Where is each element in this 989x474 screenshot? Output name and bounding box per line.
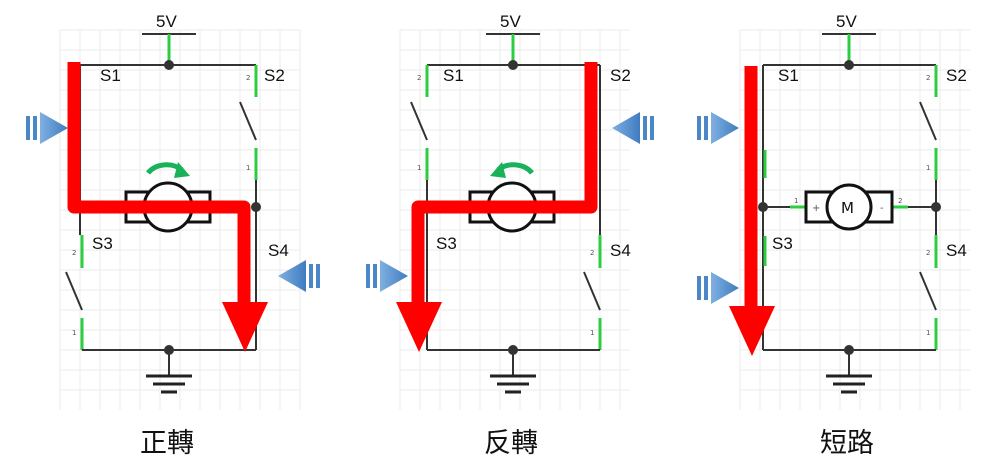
s4-pin-label-2: 2: [926, 249, 930, 257]
current-arrowhead: [396, 302, 442, 352]
motor-pin-label-2: 2: [898, 197, 902, 205]
ground-symbol: [826, 350, 872, 394]
supply-label: 5V: [156, 12, 177, 31]
s2-pin-label-1: 1: [926, 164, 930, 172]
push-arrow-s3: [366, 260, 408, 292]
push-arrow-s4: [278, 260, 320, 292]
motor-plus-sign: +: [812, 203, 820, 214]
s1-blade: [410, 101, 428, 141]
motor-pin-label-1: 1: [794, 197, 798, 205]
s3-pin-label-2: 2: [72, 249, 76, 257]
s4-label: S4: [946, 241, 967, 260]
junction-dot: [251, 202, 261, 212]
s4-label: S4: [268, 241, 289, 260]
panel-caption-short: 短路: [820, 428, 874, 459]
s4-pin-label-1: 1: [926, 329, 930, 337]
supply-label: 5V: [836, 12, 857, 31]
panel-caption-forward: 正轉: [140, 428, 194, 459]
s1-label: S1: [443, 66, 464, 85]
s3-label: S3: [436, 234, 457, 253]
h-bridge-diagram: 5V 2 1 2 1 S1 S2 S3 S4 正轉 5V 2 1 2 1 S1 …: [26, 12, 970, 459]
current-arrowhead: [222, 302, 268, 352]
s2-blade: [919, 101, 937, 141]
s4-label: S4: [610, 241, 631, 260]
s1-label: S1: [778, 66, 799, 85]
s2-blade: [239, 101, 257, 141]
push-arrow-s1: [697, 112, 739, 144]
panel-forward: 5V 2 1 2 1 S1 S2 S3 S4 正轉: [26, 12, 320, 459]
push-arrow-s1: [26, 112, 68, 144]
s2-pin-label-2: 2: [246, 74, 250, 82]
panel-short: 5V 2 1 2 1 1 2 + - M S1 S2 S3 S4 短路: [697, 12, 970, 459]
push-arrow-s3: [697, 272, 739, 304]
junction-dot: [164, 60, 174, 70]
motor-symbol: M: [841, 199, 854, 217]
s2-pin-label-1: 1: [246, 164, 250, 172]
panel-reverse: 5V 2 1 2 1 S1 S2 S3 S4 反轉: [366, 12, 654, 459]
s2-label: S2: [264, 66, 285, 85]
s3-label: S3: [772, 234, 793, 253]
current-arrowhead: [729, 306, 775, 356]
push-arrow-s2: [612, 112, 654, 144]
s1-label: S1: [100, 66, 121, 85]
junction-dot: [844, 60, 854, 70]
s2-pin-label-2: 2: [926, 74, 930, 82]
s2-label: S2: [946, 66, 967, 85]
s1-pin-label-2: 2: [417, 74, 421, 82]
s3-pin-label-1: 1: [72, 329, 76, 337]
ground-symbol: [146, 350, 192, 394]
s4-pin-label-1: 1: [590, 329, 594, 337]
s3-label: S3: [92, 234, 113, 253]
s2-label: S2: [610, 66, 631, 85]
s4-blade: [919, 271, 937, 311]
motor-minus-sign: -: [880, 203, 884, 214]
s1-pin-label-1: 1: [417, 164, 421, 172]
s4-pin-label-2: 2: [590, 249, 594, 257]
junction-dot: [508, 60, 518, 70]
panel-caption-reverse: 反轉: [484, 428, 538, 459]
s4-blade: [583, 271, 601, 311]
ground-symbol: [490, 350, 536, 394]
supply-label: 5V: [500, 12, 521, 31]
